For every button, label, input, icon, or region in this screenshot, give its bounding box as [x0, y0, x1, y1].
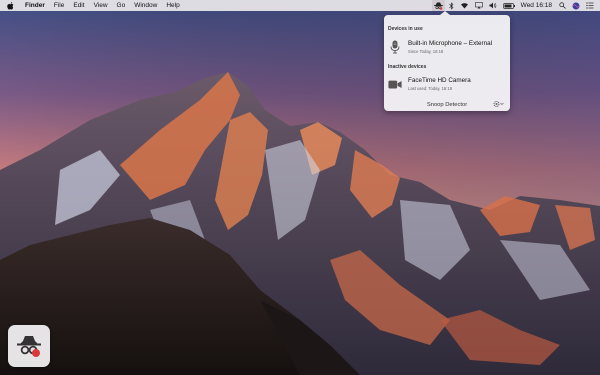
menu-clock[interactable]: Wed 16:18	[521, 2, 552, 9]
menu-app-name[interactable]: Finder	[25, 2, 45, 9]
notification-center-icon[interactable]	[586, 0, 594, 11]
device-row-camera[interactable]: FaceTime HD Camera Last used: Today, 16:…	[388, 74, 506, 94]
device-name: FaceTime HD Camera	[408, 77, 471, 84]
menu-help[interactable]: Help	[166, 2, 179, 9]
menu-window[interactable]: Window	[134, 2, 157, 9]
gear-menu-icon[interactable]	[493, 100, 504, 108]
airplay-icon[interactable]	[474, 0, 483, 11]
search-icon[interactable]	[559, 0, 566, 11]
popover-arrow	[440, 11, 450, 15]
menu-go[interactable]: Go	[117, 2, 126, 9]
app-title: Snoop Detector	[426, 102, 468, 108]
bluetooth-icon[interactable]	[448, 0, 454, 11]
volume-icon[interactable]	[489, 0, 497, 11]
menu-view[interactable]: View	[94, 2, 108, 9]
desktop-wallpaper	[0, 0, 600, 375]
device-name: Built-in Microphone – External	[408, 40, 492, 47]
battery-icon[interactable]	[502, 0, 515, 11]
snoop-detector-status-icon[interactable]	[431, 0, 445, 11]
inactive-devices-header: Inactive devices	[388, 64, 427, 70]
siri-icon[interactable]	[572, 0, 580, 11]
spy-icon	[17, 336, 41, 357]
menu-file[interactable]: File	[54, 2, 64, 9]
device-detail: Last used: Today, 16:18	[408, 86, 453, 91]
popover-footer: Snoop Detector	[384, 99, 510, 111]
status-area: Wed 16:18	[431, 0, 600, 11]
camera-icon	[388, 77, 402, 91]
devices-in-use-header: Devices in use	[388, 26, 423, 32]
wifi-icon[interactable]	[460, 0, 469, 11]
microphone-icon	[388, 40, 402, 54]
menu-bar: Finder File Edit View Go Window Help Wed…	[0, 0, 600, 11]
device-detail: Since Today, 16:18	[408, 49, 444, 54]
apple-menu-icon[interactable]	[7, 1, 17, 10]
menu-edit[interactable]: Edit	[73, 2, 84, 9]
snoop-detector-popover: Devices in use Built-in Microphone – Ext…	[384, 11, 510, 111]
device-row-microphone[interactable]: Built-in Microphone – External Since Tod…	[388, 37, 506, 57]
snoop-detector-app-icon[interactable]	[8, 325, 50, 367]
